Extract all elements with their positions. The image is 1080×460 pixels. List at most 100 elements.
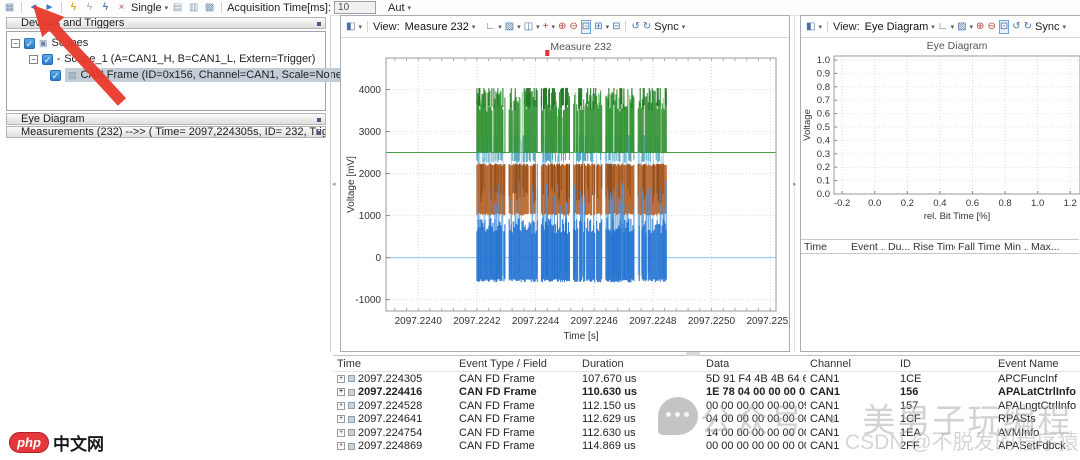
acquisition-time-label: Acquisition Time[ms]: (227, 2, 331, 14)
chevron-down-icon: ▾ (818, 23, 822, 31)
sync-dropdown[interactable]: Sync ▾ (1035, 21, 1066, 33)
scope1-checkbox[interactable]: ✓ (42, 54, 53, 65)
expand-plus-icon[interactable]: + (337, 375, 345, 383)
collapse-dot-icon[interactable] (317, 131, 321, 135)
splitter-arrow-icon[interactable]: ▸ (793, 180, 797, 188)
eye-diagram-header-bar[interactable]: Eye Diagram (6, 113, 326, 125)
chevron-down-icon: ▾ (498, 23, 502, 31)
chevron-down-icon: ▾ (931, 23, 935, 31)
cell: CAN1 (806, 373, 896, 385)
scopes-checkbox[interactable]: ✓ (24, 38, 35, 49)
zoom-x-icon[interactable]: ⊞ (594, 21, 602, 33)
zoom-window-icon[interactable]: ⊡ (999, 20, 1009, 34)
aut-dropdown[interactable]: Aut ▾ (388, 2, 411, 14)
eye-col-header[interactable]: Rise Time (910, 241, 955, 253)
acquisition-time-input[interactable] (334, 1, 376, 14)
zoom-y-icon[interactable]: ⊟ (612, 21, 620, 33)
scopes-tree: − ✓ ▣ Scopes − ✓ ▪ Scope_1 (A=CAN1_H, B=… (6, 31, 326, 111)
nav-forward-icon[interactable]: ► (43, 2, 56, 13)
undo-icon[interactable]: ↺ (631, 21, 639, 33)
image-export-icon[interactable]: ▨ (505, 21, 514, 33)
axes-menu-icon[interactable]: ∟ (485, 21, 495, 33)
grid-icon[interactable]: ▦ (3, 2, 16, 13)
tree-item-scope1[interactable]: − ✓ ▪ Scope_1 (A=CAN1_H, B=CAN1_L, Exter… (29, 51, 315, 67)
redo-icon[interactable]: ↻ (1024, 21, 1032, 33)
zoom-in-icon[interactable]: ⊕ (558, 21, 566, 33)
frames-table-header-row[interactable]: TimeEvent Type / FieldDurationDataChanne… (333, 356, 1080, 372)
tree-item-can-frame[interactable]: ✓ ▤ CAN Frame (ID=0x156, Channel=CAN1, S… (50, 67, 349, 83)
measure-chart[interactable]: Measure 232-1000010002000300040002097.22… (341, 38, 789, 351)
pages-icon[interactable]: ▥ (187, 2, 200, 13)
stop-icon[interactable]: × (115, 2, 128, 13)
left-splitter[interactable] (330, 15, 331, 352)
expand-plus-icon[interactable]: + (337, 429, 345, 437)
can-frame-checkbox[interactable]: ✓ (50, 70, 61, 81)
device-icon[interactable]: ▩ (203, 2, 216, 13)
svg-text:0.3: 0.3 (817, 149, 830, 160)
eye-col-header[interactable]: Min ... (1001, 241, 1028, 253)
column-header[interactable]: ID (896, 358, 994, 370)
single-mode-dropdown[interactable]: Single ▾ (131, 2, 168, 14)
column-header[interactable]: Channel (806, 358, 896, 370)
column-header[interactable]: Data (702, 358, 806, 370)
tree-item-scopes[interactable]: − ✓ ▣ Scopes (11, 35, 88, 51)
eye-col-header[interactable]: Time (801, 241, 848, 253)
page-icon[interactable]: ▤ (171, 2, 184, 13)
cell: CAN FD Frame (455, 427, 578, 439)
view-selector[interactable]: Eye Diagram (865, 21, 929, 33)
php-cn-logo: php 中文网 (9, 430, 104, 455)
eye-col-header[interactable]: Max... (1028, 241, 1079, 253)
collapse-dot-icon[interactable] (317, 118, 321, 122)
marker-icon[interactable]: + (543, 21, 549, 33)
splitter-arrow-icon[interactable]: ◂ (332, 180, 336, 188)
devices-header-bar[interactable]: Devices and Triggers (6, 17, 326, 29)
svg-text:Eye Diagram: Eye Diagram (927, 40, 988, 52)
svg-text:2097.2242: 2097.2242 (453, 316, 501, 327)
eye-col-header[interactable]: Du... (885, 241, 910, 253)
expand-plus-icon[interactable]: + (337, 402, 345, 410)
column-header[interactable]: Event Name (994, 358, 1080, 370)
collapse-dot-icon[interactable] (317, 22, 321, 26)
start-single-icon[interactable]: ϟ (67, 2, 80, 13)
svg-text:1.2: 1.2 (1064, 198, 1077, 209)
column-header[interactable]: Event Type / Field (455, 358, 578, 370)
eye-measurements-header-row[interactable]: TimeEvent ...Du...Rise TimeFall TimeMin … (801, 239, 1079, 254)
zoom-in-icon[interactable]: ⊕ (976, 21, 984, 33)
expand-plus-icon[interactable]: + (337, 442, 345, 450)
eye-diagram-chart[interactable]: Eye Diagram0.00.10.20.30.40.50.60.70.80.… (801, 38, 1080, 238)
pane-layout-icon[interactable]: ◧ (806, 21, 815, 33)
expand-plus-icon[interactable]: + (337, 388, 345, 396)
column-header[interactable]: Time (333, 358, 455, 370)
axes-menu-icon[interactable]: ∟ (938, 21, 948, 33)
eye-col-header[interactable]: Event ... (848, 241, 885, 253)
separator (21, 2, 22, 13)
sync-dropdown[interactable]: Sync ▾ (654, 21, 685, 33)
column-header[interactable]: Duration (578, 358, 702, 370)
zoom-out-icon[interactable]: ⊖ (569, 21, 577, 33)
pane-layout-icon[interactable]: ◧ (346, 21, 355, 33)
nav-back-icon[interactable]: ◄ (27, 2, 40, 13)
zoom-out-icon[interactable]: ⊖ (987, 21, 995, 33)
main-toolbar: ▦ ◄ ► ϟ ϟ ϟ × Single ▾ ▤ ▥ ▩ Acquisition… (0, 0, 1080, 16)
view-selector[interactable]: Measure 232 (405, 21, 469, 33)
chevron-down-icon: ▾ (606, 23, 610, 31)
splitter-grip[interactable] (686, 352, 700, 356)
zoom-window-icon[interactable]: ⊡ (581, 20, 591, 34)
image-export-icon[interactable]: ▨ (957, 21, 966, 33)
collapse-minus-icon[interactable]: − (11, 39, 20, 48)
svg-text:0: 0 (375, 253, 381, 264)
chart-options-icon[interactable]: ◫ (524, 21, 533, 33)
redo-icon[interactable]: ↻ (643, 21, 651, 33)
svg-text:0.8: 0.8 (998, 198, 1011, 209)
measurements-header-bar[interactable]: Measurements (232) -->> ( Time= 2097,224… (6, 126, 326, 138)
cell: CAN FD Frame (455, 440, 578, 452)
collapse-minus-icon[interactable]: − (29, 55, 38, 64)
undo-icon[interactable]: ↺ (1012, 21, 1020, 33)
eye-measurements-body (801, 254, 1079, 351)
table-row[interactable]: +2097.224305CAN FD Frame107.670 us5D 91 … (333, 372, 1080, 386)
start-auto-icon[interactable]: ϟ (99, 2, 112, 13)
chevron-down-icon: ▾ (682, 23, 686, 31)
eye-col-header[interactable]: Fall Time (955, 241, 1001, 253)
start-continuous-icon[interactable]: ϟ (83, 2, 96, 13)
expand-plus-icon[interactable]: + (337, 415, 345, 423)
